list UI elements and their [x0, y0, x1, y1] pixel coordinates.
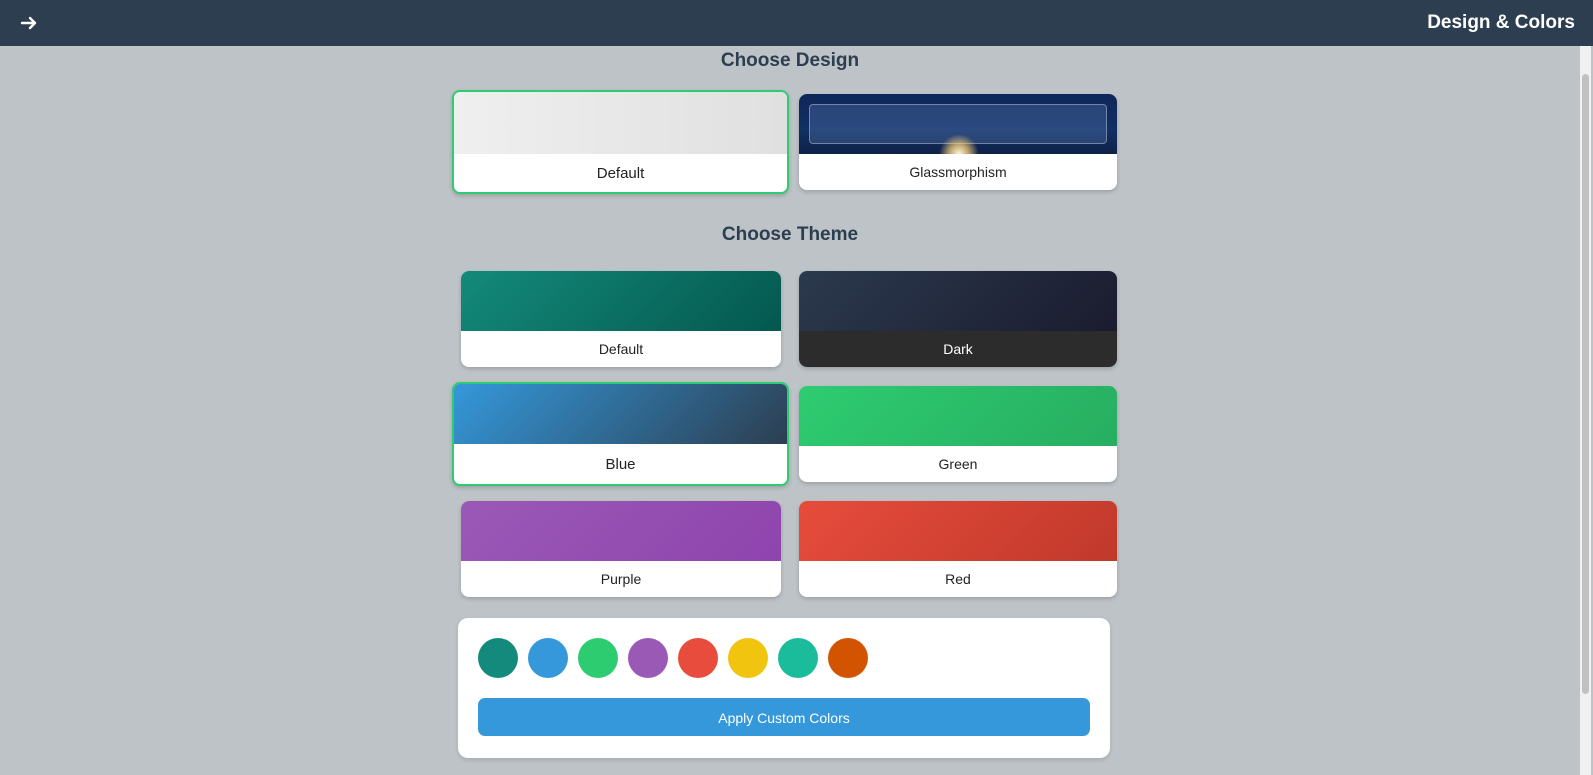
- color-swatch-5[interactable]: [678, 638, 718, 678]
- theme-card-purple[interactable]: Purple: [461, 501, 781, 597]
- back-button[interactable]: [18, 12, 40, 34]
- color-swatch-4[interactable]: [628, 638, 668, 678]
- color-swatch-3[interactable]: [578, 638, 618, 678]
- color-swatch-8[interactable]: [828, 638, 868, 678]
- page-title: Design & Colors: [1427, 12, 1575, 33]
- theme-label-dark: Dark: [799, 331, 1117, 367]
- theme-preview-red: [799, 501, 1117, 561]
- color-swatch-2[interactable]: [528, 638, 568, 678]
- theme-preview-dark: [799, 271, 1117, 331]
- top-bar: Design & Colors: [0, 0, 1593, 46]
- color-swatch-7[interactable]: [778, 638, 818, 678]
- theme-card-green[interactable]: Green: [799, 386, 1117, 482]
- design-label-glassmorphism: Glassmorphism: [909, 164, 1007, 180]
- design-card-glassmorphism[interactable]: Glassmorphism: [799, 94, 1117, 190]
- theme-preview-blue: [454, 384, 787, 444]
- scrollbar[interactable]: [1580, 46, 1591, 775]
- choose-theme-title: Choose Theme: [721, 224, 859, 245]
- color-swatch-1[interactable]: [478, 638, 518, 678]
- theme-label-default: Default: [598, 341, 644, 357]
- theme-preview-green: [799, 386, 1117, 446]
- color-swatch-6[interactable]: [728, 638, 768, 678]
- custom-colors-panel: Apply Custom Colors: [458, 618, 1110, 758]
- theme-card-default[interactable]: Default: [461, 271, 781, 367]
- theme-card-dark[interactable]: Dark: [799, 271, 1117, 367]
- theme-label-purple: Purple: [600, 571, 642, 587]
- design-preview-glassmorphism: [799, 94, 1117, 154]
- design-label-default: Default: [596, 164, 645, 182]
- theme-preview-default: [461, 271, 781, 331]
- design-preview-default: [454, 92, 787, 154]
- apply-custom-colors-button[interactable]: Apply Custom Colors: [478, 698, 1090, 736]
- choose-design-title: Choose Design: [720, 50, 860, 71]
- theme-label-green: Green: [938, 456, 978, 472]
- theme-preview-purple: [461, 501, 781, 561]
- design-card-default[interactable]: Default: [452, 90, 789, 194]
- theme-label-red: Red: [945, 571, 971, 587]
- theme-card-blue[interactable]: Blue: [452, 382, 789, 486]
- arrow-right-icon: [20, 16, 37, 30]
- scrollbar-thumb[interactable]: [1582, 74, 1589, 694]
- theme-card-red[interactable]: Red: [799, 501, 1117, 597]
- theme-label-blue: Blue: [605, 455, 636, 473]
